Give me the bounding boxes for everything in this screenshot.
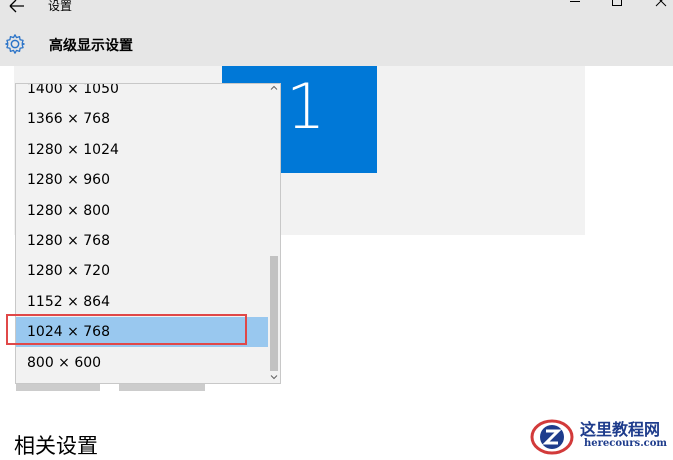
scroll-down-icon[interactable] [270, 373, 278, 381]
resolution-option[interactable]: 1280 × 1024 [16, 135, 268, 165]
scrollbar-thumb[interactable] [270, 256, 278, 371]
resolution-option[interactable]: 1280 × 800 [16, 196, 268, 226]
gear-icon [5, 34, 25, 54]
resolution-option[interactable]: 1152 × 864 [16, 287, 268, 317]
window-title: 设置 [48, 0, 73, 13]
resolution-dropdown-list[interactable]: 1400 × 1050 1366 × 768 1280 × 1024 1280 … [15, 83, 281, 384]
resolution-option[interactable]: 1366 × 768 [16, 104, 268, 134]
resolution-option[interactable]: 1400 × 1050 [16, 84, 268, 104]
resolution-option[interactable]: 800 × 600 [16, 348, 268, 378]
maximize-icon[interactable] [608, 0, 626, 10]
resolution-option[interactable]: 1280 × 720 [16, 256, 268, 286]
resolution-option[interactable]: 1280 × 960 [16, 165, 268, 195]
watermark-title: 这里教程网 [580, 420, 661, 439]
close-icon[interactable] [652, 0, 670, 10]
minimize-icon[interactable] [566, 0, 584, 10]
scroll-up-icon[interactable] [270, 84, 278, 92]
arrow-left-icon[interactable] [6, 0, 28, 16]
watermark-subtitle: herecours.com [584, 438, 668, 449]
watermark: 这里教程网 herecours.com [524, 414, 673, 457]
resolution-option[interactable]: 1280 × 768 [16, 226, 268, 256]
page-title: 高级显示设置 [49, 38, 133, 54]
related-settings-heading: 相关设置 [14, 434, 98, 458]
resolution-option-selected[interactable]: 1024 × 768 [16, 317, 268, 347]
watermark-logo-icon [530, 419, 574, 455]
dropdown-scrollbar[interactable] [268, 84, 280, 383]
page-header: 高级显示设置 [0, 28, 673, 66]
title-bar: 设置 [0, 0, 673, 28]
monitor-number: 1 [286, 70, 326, 143]
